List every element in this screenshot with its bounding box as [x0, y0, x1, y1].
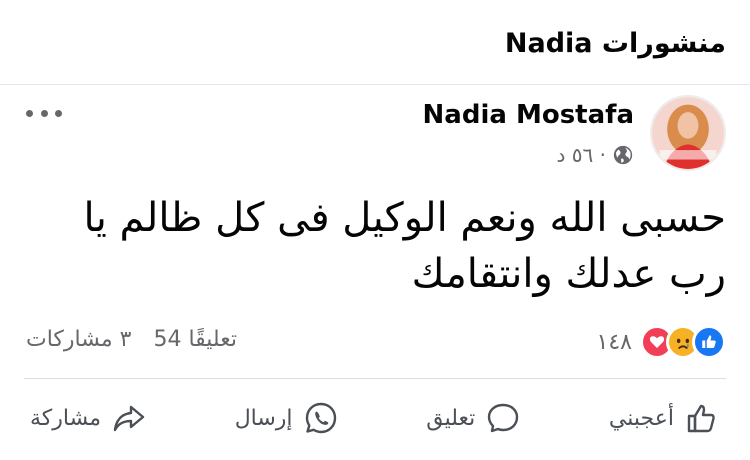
- share-label: مشاركة: [30, 405, 102, 431]
- reaction-count: ١٤٨: [596, 329, 632, 355]
- comment-bubble-icon: [488, 403, 519, 433]
- reactions-summary[interactable]: ١٤٨: [597, 325, 726, 359]
- whatsapp-icon: [305, 402, 336, 434]
- shares-count[interactable]: ٣ مشاركات: [26, 327, 131, 352]
- comments-count[interactable]: 54 تعليقًا: [153, 327, 237, 352]
- post-actions: أعجبني تعليق إرسال مشاركة: [24, 392, 726, 444]
- globe-icon: [612, 144, 634, 166]
- more-dot-icon: [26, 109, 33, 117]
- header-divider: [0, 84, 750, 85]
- avatar[interactable]: [650, 95, 726, 171]
- more-dot-icon: [55, 109, 62, 117]
- post-meta: ٥٦ د ·: [557, 143, 634, 167]
- share-button[interactable]: مشاركة: [24, 396, 153, 440]
- thumbs-up-icon: [687, 404, 715, 433]
- like-button[interactable]: أعجبني: [603, 396, 726, 440]
- comment-button[interactable]: تعليق: [420, 396, 527, 440]
- author-name[interactable]: Nadia Mostafa: [423, 100, 634, 130]
- comment-label: تعليق: [426, 405, 476, 431]
- like-reaction-icon: [692, 325, 726, 359]
- send-label: إرسال: [234, 405, 293, 431]
- post-timestamp[interactable]: ٥٦ د ·: [557, 143, 606, 167]
- actions-divider: [24, 378, 726, 379]
- reaction-icons: [640, 325, 726, 359]
- post-text: حسبى الله ونعم الوكيل فى كل ظالم يا رب ع…: [83, 195, 727, 297]
- like-label: أعجبني: [608, 405, 674, 431]
- send-button[interactable]: إرسال: [229, 396, 345, 440]
- engagement-stats: ٣ مشاركات 54 تعليقًا: [26, 327, 237, 352]
- profile-photo: [652, 97, 724, 169]
- more-dot-icon: [40, 109, 48, 117]
- more-options-button[interactable]: [24, 100, 64, 126]
- page-title: منشورات Nadia: [504, 28, 726, 59]
- share-arrow-icon: [113, 405, 145, 432]
